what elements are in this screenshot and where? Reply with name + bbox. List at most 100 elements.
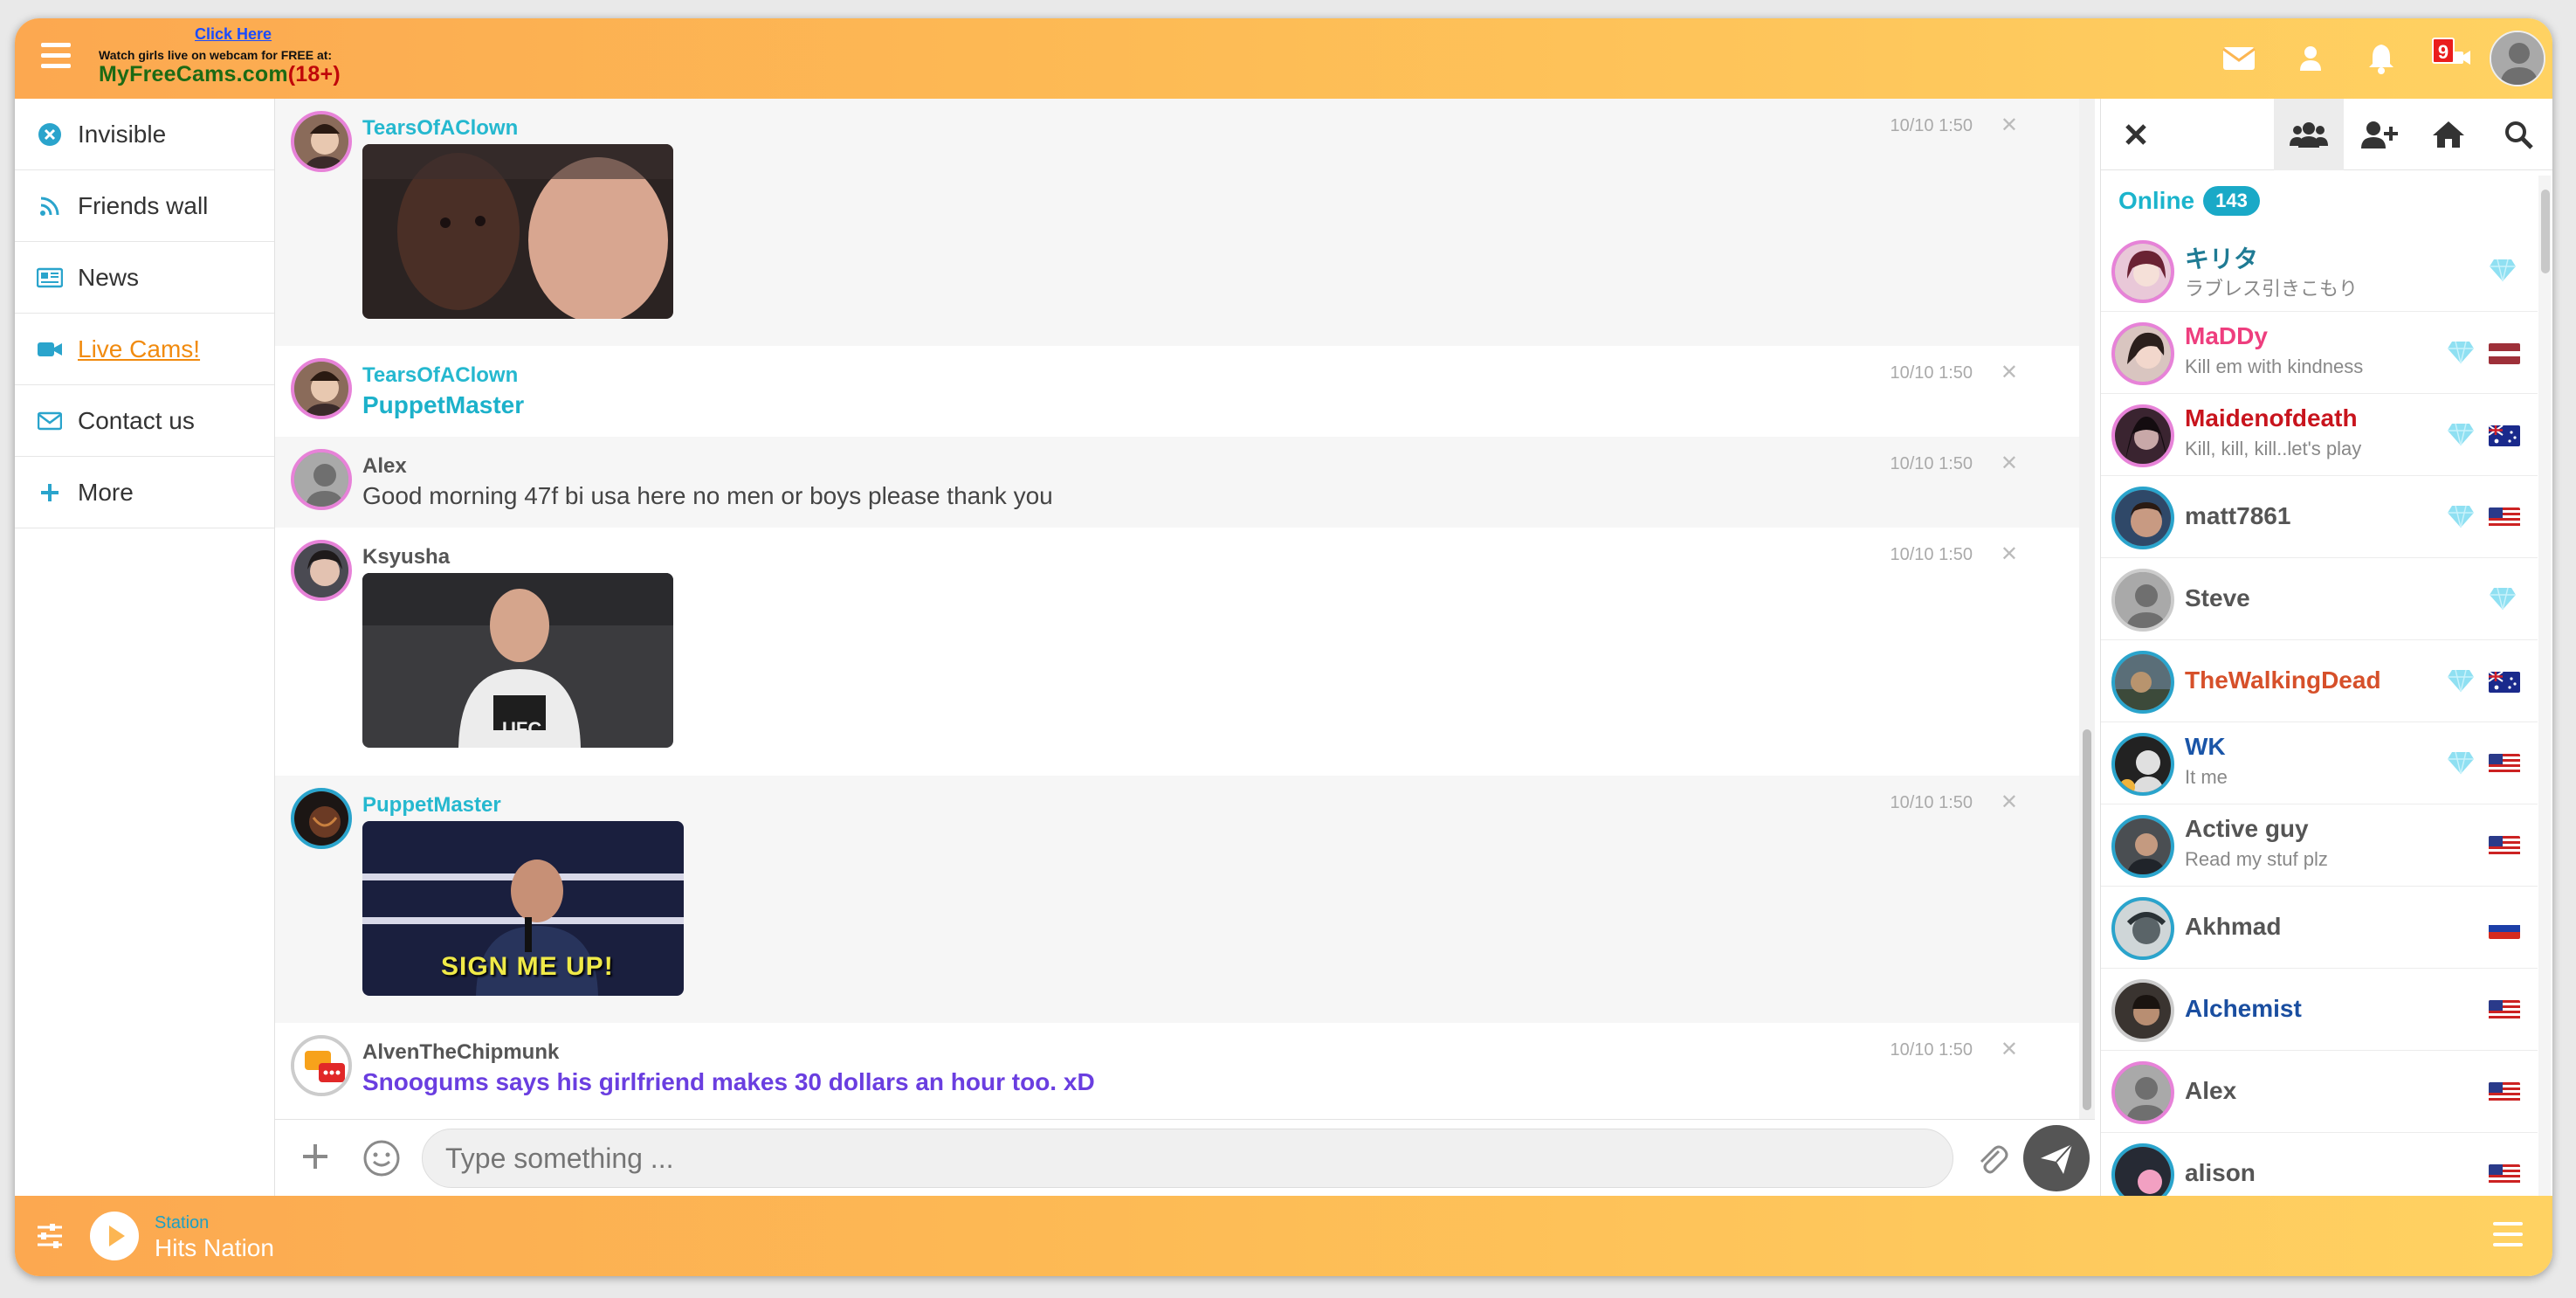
message-text: PuppetMaster [362, 391, 525, 418]
user-list-item[interactable]: Akhmad [2101, 887, 2538, 969]
chat-message-list[interactable]: TearsOfAClown 10/10 1:50 ✕ TearsOfAClown [275, 99, 2086, 1119]
message-image-gif[interactable]: SIGN ME UP! [362, 821, 684, 996]
delete-message-icon[interactable]: ✕ [2001, 1037, 2018, 1062]
ad-click-here-link[interactable]: Click Here [195, 25, 272, 44]
tab-home[interactable] [2414, 99, 2483, 170]
chat-scrollbar[interactable] [2079, 99, 2095, 1119]
plus-icon[interactable] [298, 1139, 333, 1174]
envelope-icon[interactable] [2221, 41, 2256, 76]
send-button[interactable] [2023, 1125, 2090, 1191]
delete-message-icon[interactable]: ✕ [2001, 790, 2018, 815]
diamond-icon [2448, 423, 2474, 446]
usa-flag-icon [2489, 1000, 2520, 1021]
user-icon[interactable] [2293, 41, 2328, 76]
message-username[interactable]: TearsOfAClown [362, 116, 518, 141]
nav-item-label: News [78, 263, 140, 291]
user-avatar[interactable] [291, 449, 352, 510]
nav-item-live-cams[interactable]: Live Cams! [15, 314, 274, 385]
user-list-item[interactable]: matt7861 [2101, 476, 2538, 558]
emoji-icon[interactable] [362, 1139, 401, 1177]
message-timestamp: 10/10 1:50 [1890, 545, 1973, 564]
delete-message-icon[interactable]: ✕ [2001, 542, 2018, 567]
user-avatar [2111, 322, 2174, 385]
delete-message-icon[interactable]: ✕ [2001, 451, 2018, 476]
user-avatar [2111, 897, 2174, 960]
user-avatar[interactable] [291, 788, 352, 849]
plus-icon [36, 479, 64, 507]
message-username[interactable]: PuppetMaster [362, 793, 501, 818]
message-text: Good morning 47f bi usa here no men or b… [362, 482, 1053, 509]
tab-search[interactable] [2483, 99, 2552, 170]
profile-avatar[interactable] [2490, 31, 2545, 86]
users-scrollbar[interactable] [2538, 176, 2551, 1196]
tab-online-users[interactable] [2274, 99, 2344, 170]
user-list-item[interactable]: Active guy Read my stuf plz [2101, 804, 2538, 887]
message-timestamp: 10/10 1:50 [1890, 793, 1973, 812]
user-name: Steve [2185, 584, 2250, 611]
users-scrollbar-thumb[interactable] [2541, 190, 2550, 273]
user-name: Alex [2185, 1077, 2237, 1104]
nav-item-news[interactable]: News [15, 242, 274, 314]
user-list-item[interactable]: TheWalkingDead [2101, 640, 2538, 722]
top-bar: Click Here Watch girls live on webcam fo… [15, 18, 2552, 99]
user-name: WK [2185, 733, 2226, 760]
user-avatar [2111, 487, 2174, 549]
nav-item-more[interactable]: More [15, 457, 274, 528]
close-panel-button[interactable] [2101, 99, 2171, 170]
user-avatar[interactable] [291, 358, 352, 419]
delete-message-icon[interactable]: ✕ [2001, 113, 2018, 138]
message-image-gif[interactable]: UFC [362, 573, 673, 748]
message-input[interactable] [422, 1129, 1953, 1188]
avatar-image [294, 791, 348, 846]
nav-item-contact-us[interactable]: Contact us [15, 385, 274, 457]
user-list-item[interactable]: MaDDy Kill em with kindness [2101, 312, 2538, 394]
bell-icon[interactable] [2364, 41, 2399, 76]
message-username[interactable]: TearsOfAClown [362, 363, 518, 388]
radio-player-bar: Station Hits Nation [15, 1196, 2552, 1276]
nav-item-label: Friends wall [78, 191, 209, 219]
user-avatar[interactable] [291, 540, 352, 601]
tab-add-friend[interactable] [2344, 99, 2414, 170]
user-avatar [2111, 240, 2174, 303]
users-panel: Online 143 キリタ ラブレス引きこもり MaDDy Kill em w… [2100, 99, 2552, 1215]
message-text: Snoogums says his girlfriend makes 30 do… [362, 1068, 1095, 1095]
user-list-item[interactable]: キリタ ラブレス引きこもり [2101, 230, 2538, 312]
equalizer-icon[interactable] [34, 1220, 65, 1252]
user-name: MaDDy [2185, 322, 2268, 349]
diamond-icon [2490, 259, 2516, 282]
default-user-icon [2115, 1065, 2171, 1121]
paperclip-icon[interactable] [1973, 1139, 2011, 1177]
chat-scrollbar-thumb[interactable] [2083, 729, 2091, 1110]
user-list-item[interactable]: Steve [2101, 558, 2538, 640]
fighter-image: UFC [362, 573, 673, 748]
nav-item-friends-wall[interactable]: Friends wall [15, 170, 274, 242]
user-list-item[interactable]: WK It me [2101, 722, 2538, 804]
latvia-flag-icon [2489, 343, 2520, 364]
user-list-item[interactable]: Alex [2101, 1051, 2538, 1133]
user-list-item[interactable]: Maidenofdeath Kill, kill, kill..let's pl… [2101, 394, 2538, 476]
notification-badge[interactable]: 9 [2432, 38, 2455, 64]
user-status: It me [2185, 766, 2228, 788]
advertisement-banner[interactable]: Click Here Watch girls live on webcam fo… [99, 25, 369, 95]
online-header: Online 143 [2118, 186, 2260, 216]
user-avatar[interactable] [291, 111, 352, 172]
nav-item-label: More [78, 478, 134, 506]
bot-avatar[interactable] [291, 1035, 352, 1096]
default-user-icon [2491, 32, 2544, 85]
play-button[interactable] [90, 1212, 139, 1260]
menu-hamburger-icon[interactable] [41, 43, 71, 72]
message-image-gif[interactable] [362, 144, 673, 319]
message-username[interactable]: Ksyusha [362, 545, 450, 570]
ad-brand[interactable]: MyFreeCams.com(18+) [99, 62, 341, 87]
user-name: alison [2185, 1159, 2256, 1186]
russia-flag-icon [2489, 918, 2520, 939]
message-username[interactable]: AlvenTheChipmunk [362, 1040, 559, 1065]
nav-item-invisible[interactable]: Invisible [15, 99, 274, 170]
player-menu-icon[interactable] [2493, 1222, 2523, 1250]
chat-message: AlvenTheChipmunk 10/10 1:50 ✕ Snoogums s… [275, 1023, 2086, 1119]
online-users-list[interactable]: キリタ ラブレス引きこもり MaDDy Kill em with kindnes… [2101, 230, 2538, 1215]
message-username[interactable]: Alex [362, 454, 407, 479]
chat-message: TearsOfAClown 10/10 1:50 ✕ PuppetMaster [275, 346, 2086, 437]
delete-message-icon[interactable]: ✕ [2001, 360, 2018, 385]
user-list-item[interactable]: Alchemist [2101, 969, 2538, 1051]
